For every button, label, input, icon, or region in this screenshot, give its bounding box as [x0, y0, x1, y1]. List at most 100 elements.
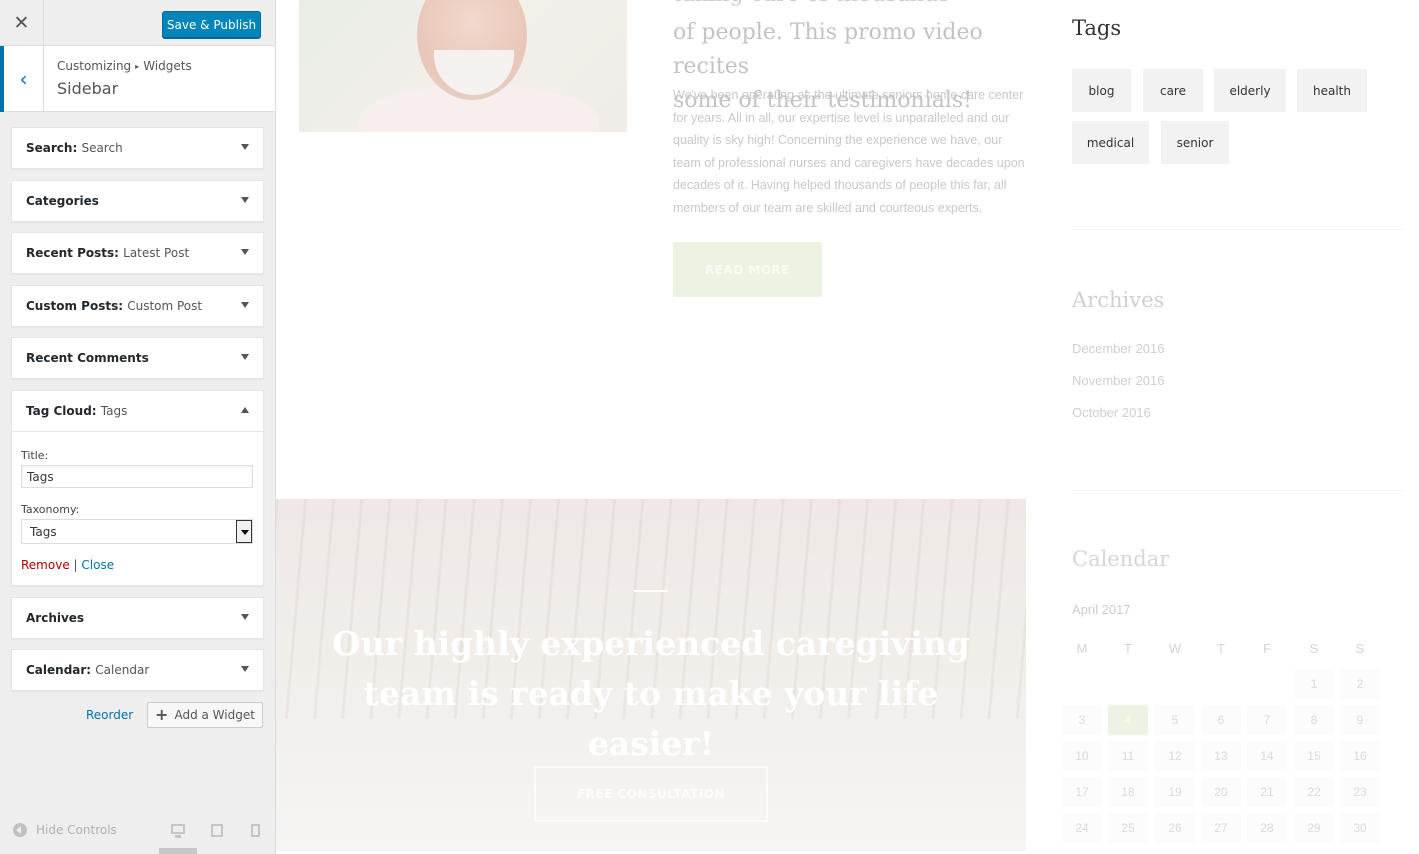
- tag-medical[interactable]: medical: [1072, 121, 1149, 164]
- article-heading-top: taking care of thousands: [673, 0, 949, 12]
- plus-icon: +: [155, 705, 169, 724]
- customizer-footer: Hide Controls: [0, 811, 275, 854]
- calendar-weekday: F: [1263, 641, 1271, 656]
- calendar-day[interactable]: 7: [1247, 705, 1287, 735]
- widget-tag-cloud: Tag Cloud: Tags Title: Taxonomy: Tags Re…: [11, 390, 264, 586]
- add-widget-button[interactable]: + Add a Widget: [147, 702, 263, 728]
- widget-recent-posts[interactable]: Recent Posts: Latest Post: [11, 232, 264, 274]
- archive-link[interactable]: November 2016: [1072, 373, 1165, 388]
- widget-name: Archives: [26, 611, 85, 625]
- widget-label: Categories: [26, 194, 99, 208]
- calendar-day[interactable]: 9: [1340, 705, 1380, 735]
- close-icon[interactable]: ✕: [0, 0, 44, 46]
- calendar-day[interactable]: 6: [1201, 705, 1241, 735]
- calendar-day[interactable]: 13: [1201, 741, 1241, 771]
- active-device-indicator: [159, 848, 197, 854]
- tablet-preview-icon[interactable]: [211, 824, 223, 837]
- calendar-weekday: T: [1217, 641, 1225, 656]
- tag-blog[interactable]: blog: [1072, 69, 1131, 112]
- expand-arrow-icon[interactable]: [241, 614, 249, 620]
- reorder-link[interactable]: Reorder: [86, 708, 133, 722]
- calendar-day[interactable]: 28: [1247, 813, 1287, 843]
- calendar-weekday: M: [1076, 641, 1088, 656]
- calendar-day[interactable]: 19: [1155, 777, 1195, 807]
- calendar-day[interactable]: 23: [1340, 777, 1380, 807]
- calendar-day[interactable]: 29: [1294, 813, 1334, 843]
- collapse-arrow-icon[interactable]: [241, 407, 249, 413]
- site-preview: taking care of thousands of people. This…: [276, 0, 1419, 854]
- taxonomy-select[interactable]: Tags: [21, 519, 253, 544]
- tag-senior[interactable]: senior: [1161, 121, 1229, 164]
- calendar-day[interactable]: 5: [1155, 705, 1195, 735]
- free-consultation-button[interactable]: FREE CONSULTATION: [534, 766, 768, 822]
- widget-name: Custom Posts:: [26, 299, 124, 313]
- tag-care[interactable]: care: [1143, 69, 1203, 112]
- calendar-day[interactable]: 8: [1294, 705, 1334, 735]
- expand-arrow-icon[interactable]: [241, 249, 249, 255]
- calendar-day[interactable]: 22: [1294, 777, 1334, 807]
- widget-title: Search: [81, 141, 123, 155]
- calendar-weekday: W: [1168, 641, 1182, 656]
- desktop-preview-icon[interactable]: [171, 824, 185, 838]
- read-more-button[interactable]: READ MORE: [673, 242, 822, 297]
- banner-quote-line: team is ready to make your life easier!: [363, 674, 939, 763]
- calendar-weekday: T: [1124, 641, 1132, 656]
- calendar-day[interactable]: 1: [1294, 669, 1334, 699]
- tag-elderly[interactable]: elderly: [1214, 69, 1286, 112]
- calendar-day[interactable]: 10: [1062, 741, 1102, 771]
- calendar-today[interactable]: 4: [1108, 705, 1148, 735]
- expand-arrow-icon[interactable]: [241, 197, 249, 203]
- widget-calendar[interactable]: Calendar: Calendar: [11, 649, 264, 691]
- widget-label: Recent Comments: [26, 351, 149, 365]
- calendar-day[interactable]: 24: [1062, 813, 1102, 843]
- calendar-day[interactable]: 26: [1155, 813, 1195, 843]
- widget-search[interactable]: Search: Search: [11, 127, 264, 169]
- calendar-day[interactable]: 2: [1340, 669, 1380, 699]
- archive-link[interactable]: December 2016: [1072, 341, 1165, 356]
- calendar-day[interactable]: 18: [1108, 777, 1148, 807]
- tags-widget-title: Tags: [1072, 16, 1122, 40]
- section-title-bar: ‹ Customizing ▸ Widgets Sidebar: [0, 46, 275, 112]
- expand-arrow-icon[interactable]: [241, 302, 249, 308]
- calendar-day[interactable]: 15: [1294, 741, 1334, 771]
- calendar-day[interactable]: 30: [1340, 813, 1380, 843]
- widget-tag-cloud-header[interactable]: Tag Cloud: Tags: [12, 391, 263, 432]
- article-body: We've been operating as the ultimate sen…: [673, 88, 1025, 215]
- dropdown-arrow-icon[interactable]: [236, 520, 252, 543]
- widget-categories[interactable]: Categories: [11, 180, 264, 222]
- calendar-day[interactable]: 17: [1062, 777, 1102, 807]
- save-publish-button[interactable]: Save & Publish: [162, 11, 261, 38]
- widget-archives[interactable]: Archives: [11, 597, 264, 639]
- close-link[interactable]: Close: [81, 558, 114, 572]
- expand-arrow-icon[interactable]: [241, 354, 249, 360]
- tag-health[interactable]: health: [1297, 69, 1367, 112]
- back-arrow-icon[interactable]: ‹: [0, 46, 44, 112]
- mobile-preview-icon[interactable]: [251, 824, 260, 837]
- sidebar-divider: [1072, 229, 1402, 230]
- customizer-header: ✕ Save & Publish: [0, 0, 275, 46]
- widget-label: Custom Posts: Custom Post: [26, 299, 202, 313]
- calendar-day[interactable]: 20: [1201, 777, 1241, 807]
- widget-recent-comments[interactable]: Recent Comments: [11, 337, 264, 379]
- title-input[interactable]: [21, 465, 253, 488]
- calendar-day[interactable]: 16: [1340, 741, 1380, 771]
- widget-custom-posts[interactable]: Custom Posts: Custom Post: [11, 285, 264, 327]
- collapse-icon: [13, 823, 27, 837]
- expand-arrow-icon[interactable]: [241, 666, 249, 672]
- calendar-day[interactable]: 25: [1108, 813, 1148, 843]
- calendar-day[interactable]: 3: [1062, 705, 1102, 735]
- hide-controls-button[interactable]: Hide Controls: [13, 823, 117, 837]
- calendar-day[interactable]: 27: [1201, 813, 1241, 843]
- calendar-day[interactable]: 12: [1155, 741, 1195, 771]
- archive-link[interactable]: October 2016: [1072, 405, 1151, 420]
- archives-widget-title: Archives: [1072, 288, 1165, 312]
- remove-link[interactable]: Remove: [21, 558, 70, 572]
- calendar-day[interactable]: 21: [1247, 777, 1287, 807]
- calendar-day[interactable]: 14: [1247, 741, 1287, 771]
- action-separator: |: [73, 558, 78, 572]
- breadcrumb-customizing: Customizing: [57, 59, 132, 73]
- widget-name: Recent Comments: [26, 351, 149, 365]
- expand-arrow-icon[interactable]: [241, 144, 249, 150]
- calendar-day[interactable]: 11: [1108, 741, 1148, 771]
- customizer-panel: ✕ Save & Publish ‹ Customizing ▸ Widgets S…: [0, 0, 276, 854]
